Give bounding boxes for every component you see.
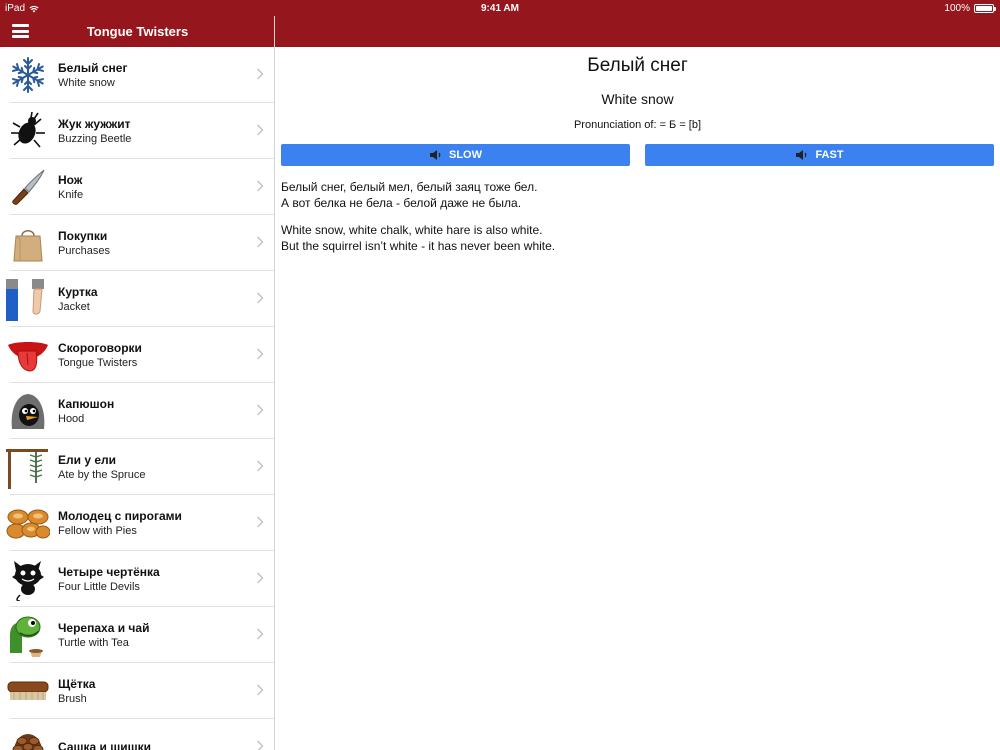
item-subtitle: Ate by the Spruce bbox=[58, 468, 146, 481]
chevron-right-icon bbox=[256, 684, 264, 696]
fast-button-label: FAST bbox=[815, 149, 844, 161]
status-right: 100% bbox=[944, 3, 996, 14]
speaker-icon bbox=[430, 150, 441, 160]
chevron-right-icon bbox=[256, 180, 264, 192]
jacket-icon bbox=[6, 277, 50, 321]
status-time: 9:41 AM bbox=[481, 3, 519, 14]
chevron-right-icon bbox=[256, 236, 264, 248]
chevron-right-icon bbox=[256, 516, 264, 528]
item-title: Скороговорки bbox=[58, 340, 142, 355]
sidebar-list[interactable]: Белый снег White snow Жук жужжит Buzzing… bbox=[0, 47, 274, 750]
english-text: White snow, white chalk, white hare is a… bbox=[281, 222, 555, 254]
battery-fill bbox=[976, 6, 992, 11]
snowflake-icon bbox=[6, 53, 50, 97]
nav-title: Tongue Twisters bbox=[86, 24, 189, 39]
slow-button[interactable]: SLOW bbox=[281, 144, 630, 166]
item-subtitle: Four Little Devils bbox=[58, 580, 140, 593]
list-item[interactable]: Ели у ели Ate by the Spruce bbox=[0, 439, 274, 495]
item-subtitle: Turtle with Tea bbox=[58, 636, 129, 649]
item-subtitle: Hood bbox=[58, 412, 85, 425]
list-item[interactable]: Скороговорки Tongue Twisters bbox=[0, 327, 274, 383]
speaker-icon bbox=[796, 150, 807, 160]
item-subtitle: Tongue Twisters bbox=[58, 356, 138, 369]
chevron-right-icon bbox=[256, 348, 264, 360]
list-item[interactable]: Молодец с пирогами Fellow with Pies bbox=[0, 495, 274, 551]
russian-text: Белый снег, белый мел, белый заяц тоже б… bbox=[281, 179, 537, 211]
item-title: Молодец с пирогами bbox=[58, 508, 182, 523]
detail-pane: Белый снег White snow Pronunciation of: … bbox=[275, 47, 1000, 750]
chevron-right-icon bbox=[256, 572, 264, 584]
devil-icon bbox=[6, 557, 50, 601]
list-item[interactable]: Жук жужжит Buzzing Beetle bbox=[0, 103, 274, 159]
chevron-right-icon bbox=[256, 628, 264, 640]
spruce-icon bbox=[6, 445, 50, 489]
english-line: White snow, white chalk, white hare is a… bbox=[281, 223, 543, 237]
battery-icon bbox=[974, 4, 996, 13]
item-title: Белый снег bbox=[58, 60, 128, 75]
list-item[interactable]: Щётка Brush bbox=[0, 663, 274, 719]
item-subtitle: Jacket bbox=[58, 300, 90, 313]
item-title: Покупки bbox=[58, 228, 108, 243]
chevron-right-icon bbox=[256, 124, 264, 136]
russian-line: А вот белка не бела - белой даже не была… bbox=[281, 196, 522, 210]
slow-button-label: SLOW bbox=[449, 149, 482, 161]
list-item[interactable]: Белый снег White snow bbox=[0, 47, 274, 103]
item-subtitle: Purchases bbox=[58, 244, 110, 257]
item-title: Капюшон bbox=[58, 396, 115, 411]
list-item[interactable]: Черепаха и чай Turtle with Tea bbox=[0, 607, 274, 663]
beetle-icon bbox=[6, 109, 50, 153]
item-title: Сашка и шишки bbox=[58, 739, 151, 750]
knife-icon bbox=[6, 165, 50, 209]
item-title: Черепаха и чай bbox=[58, 620, 150, 635]
page-subtitle: White snow bbox=[601, 91, 674, 107]
item-subtitle: Buzzing Beetle bbox=[58, 132, 132, 145]
chevron-right-icon bbox=[256, 292, 264, 304]
item-title: Четыре чертёнка bbox=[58, 564, 160, 579]
list-item[interactable]: Сашка и шишки bbox=[0, 719, 274, 750]
item-title: Куртка bbox=[58, 284, 98, 299]
battery-percent: 100% bbox=[944, 3, 970, 14]
hooded-bird-icon bbox=[6, 389, 50, 433]
item-title: Щётка bbox=[58, 676, 96, 691]
shopping-bag-icon bbox=[6, 221, 50, 265]
item-subtitle: Fellow with Pies bbox=[58, 524, 137, 537]
chevron-right-icon bbox=[256, 460, 264, 472]
brush-icon bbox=[6, 669, 50, 713]
tongue-icon bbox=[6, 333, 50, 377]
pinecone-icon bbox=[6, 725, 50, 750]
item-subtitle: Brush bbox=[58, 692, 87, 705]
pronunciation-label: Pronunciation of: = Б = [b] bbox=[573, 119, 702, 131]
item-subtitle: White snow bbox=[58, 76, 115, 89]
page-title: Белый снег bbox=[587, 55, 688, 76]
list-item[interactable]: Нож Knife bbox=[0, 159, 274, 215]
russian-line: Белый снег, белый мел, белый заяц тоже б… bbox=[281, 180, 538, 194]
item-subtitle: Knife bbox=[58, 188, 84, 201]
sidebar-nav-bar: Tongue Twisters bbox=[0, 16, 275, 47]
english-line: But the squirrel isn’t white - it has ne… bbox=[281, 239, 556, 253]
item-title: Ели у ели bbox=[58, 452, 117, 467]
chevron-right-icon bbox=[256, 740, 264, 750]
list-item[interactable]: Четыре чертёнка Four Little Devils bbox=[0, 551, 274, 607]
list-item[interactable]: Капюшон Hood bbox=[0, 383, 274, 439]
fast-button[interactable]: FAST bbox=[645, 144, 994, 166]
chevron-right-icon bbox=[256, 404, 264, 416]
turtle-icon bbox=[6, 613, 50, 657]
list-item[interactable]: Куртка Jacket bbox=[0, 271, 274, 327]
status-bar: iPad 9:41 AM 100% bbox=[0, 0, 1000, 16]
chevron-right-icon bbox=[256, 68, 264, 80]
item-title: Жук жужжит bbox=[58, 116, 131, 131]
list-item[interactable]: Покупки Purchases bbox=[0, 215, 274, 271]
item-title: Нож bbox=[58, 172, 83, 187]
pies-icon bbox=[6, 501, 50, 545]
